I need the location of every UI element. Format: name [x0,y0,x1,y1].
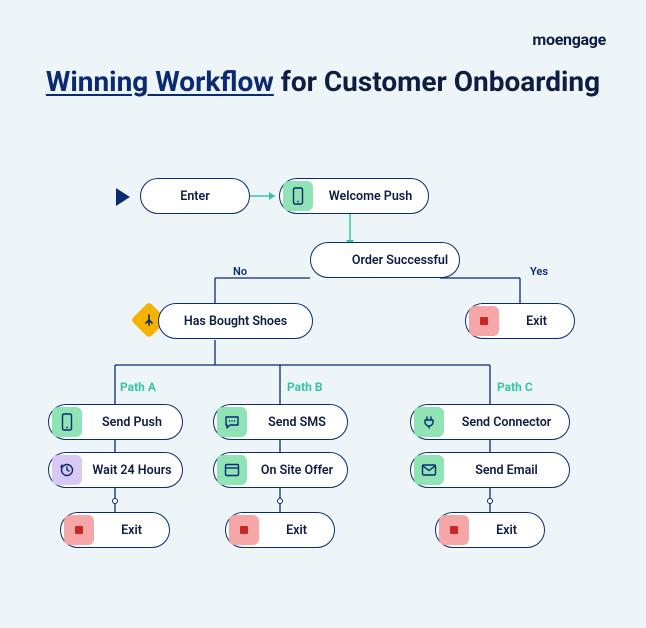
node-label: Exit [259,523,334,538]
stop-icon [469,306,499,336]
node-label: Order Successful [341,253,459,268]
connector-lines [0,150,646,628]
plug-icon [414,407,444,437]
node-exit: Exit [435,512,545,548]
node-send-email: Send Email [410,452,570,488]
clock-icon [52,455,82,485]
stop-icon [64,515,94,545]
node-enter: Enter [140,178,250,214]
node-send-connector: Send Connector [410,404,570,440]
node-welcome-push: Welcome Push [279,178,429,214]
node-exit: Exit [60,512,170,548]
node-order-successful: Order Successful [310,242,460,278]
node-label: Send Push [82,415,182,430]
node-label: Send SMS [247,415,347,430]
node-label: Enter [141,189,249,204]
path-label-b: Path B [287,380,323,394]
node-exit: Exit [225,512,335,548]
path-label-c: Path C [497,380,533,394]
phone-icon [52,407,82,437]
node-label: Send Email [444,463,569,478]
node-label: Send Connector [444,415,569,430]
node-send-sms: Send SMS [213,404,348,440]
connector-dot [487,498,493,504]
node-has-bought-shoes: Has Bought Shoes [158,303,313,339]
node-label: Wait 24 Hours [82,463,182,478]
brand-logo: moengage [532,30,606,49]
connector-dot [277,498,283,504]
node-exit: Exit [465,303,575,339]
node-label: Exit [469,523,544,538]
node-label: Exit [94,523,169,538]
sms-icon [217,407,247,437]
page-title: Winning Workflow for Customer Onboarding [0,64,646,99]
connector-dot [112,498,118,504]
mail-icon [414,455,444,485]
edge-label-no: No [233,265,247,278]
phone-icon [283,181,313,211]
title-highlight: Winning Workflow [46,65,274,98]
node-onsite-offer: On Site Offer [213,452,348,488]
node-send-push: Send Push [48,404,183,440]
stop-icon [439,515,469,545]
node-label: Has Bought Shoes [159,314,312,329]
node-label: Exit [499,314,574,329]
browser-icon [217,455,247,485]
play-icon [116,188,130,206]
arrow-icon [269,192,275,200]
node-label: On Site Offer [247,463,347,478]
edge-label-yes: Yes [530,265,548,278]
flowchart-canvas: Enter Welcome Push Order Successful No Y… [0,150,646,628]
path-label-a: Path A [120,380,156,394]
stop-icon [229,515,259,545]
node-wait-24-hours: Wait 24 Hours [48,452,183,488]
title-rest: for Customer Onboarding [274,65,600,98]
node-label: Welcome Push [313,189,428,204]
